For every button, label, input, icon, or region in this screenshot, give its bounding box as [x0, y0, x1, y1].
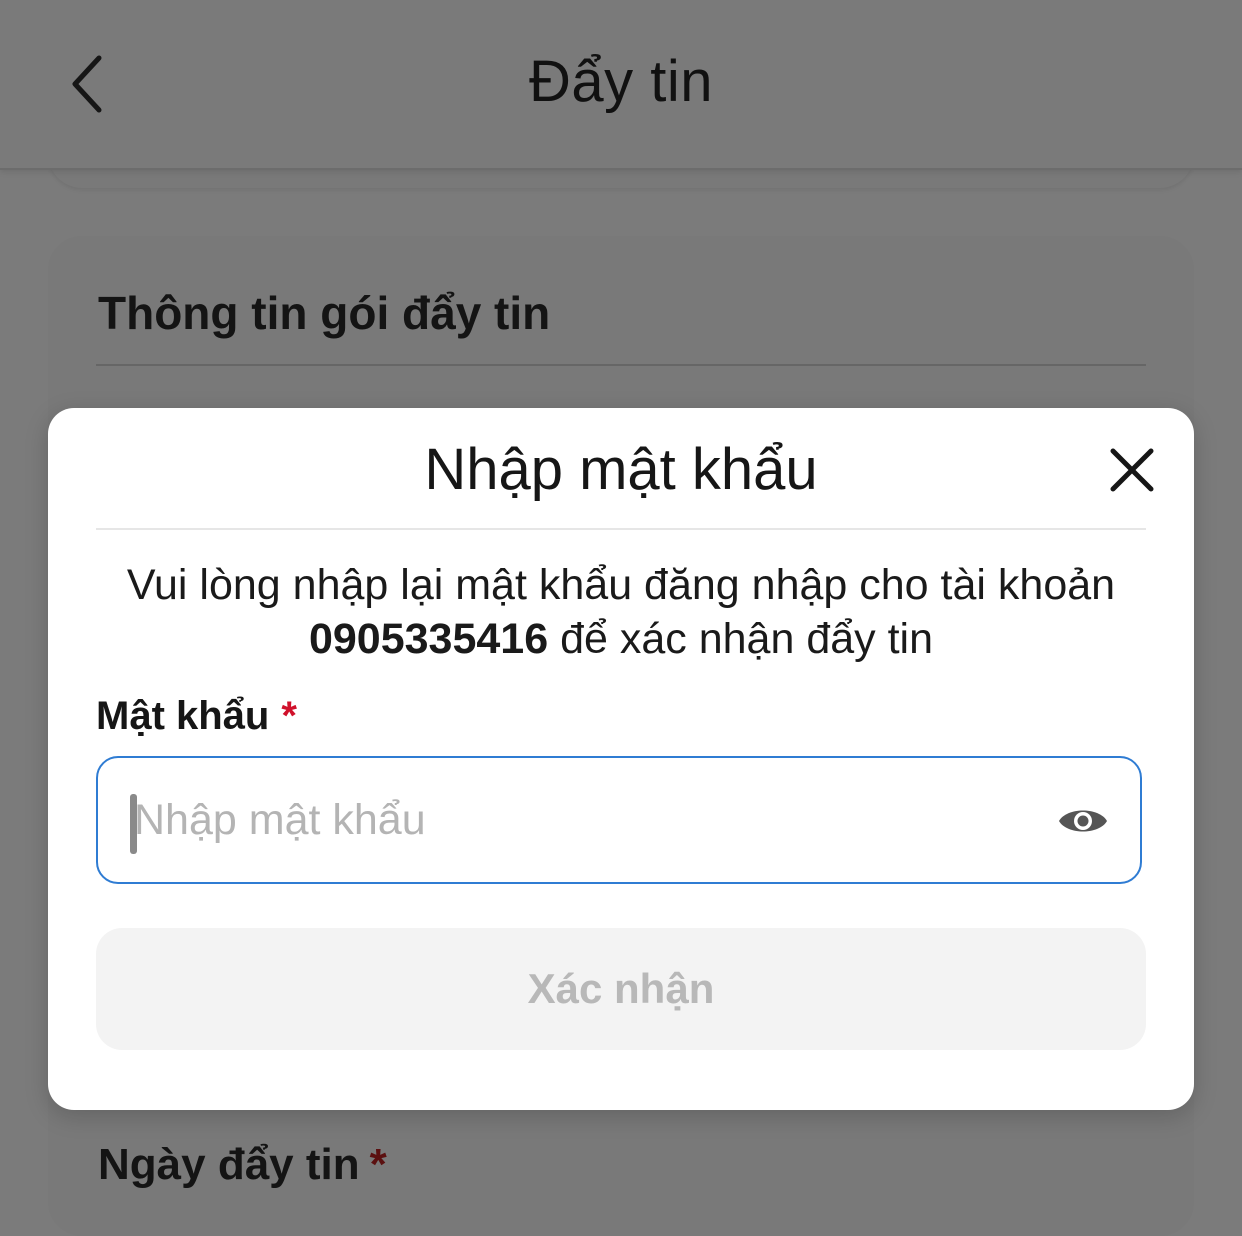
eye-icon — [1059, 810, 1107, 832]
push-date-label-text: Ngày đẩy tin — [98, 1140, 360, 1189]
app-header: Đẩy tin — [0, 0, 1242, 170]
toggle-password-visibility-button[interactable] — [1056, 798, 1110, 844]
dialog-description: Vui lòng nhập lại mật khẩu đăng nhập cho… — [96, 558, 1146, 666]
page-title: Đẩy tin — [528, 49, 713, 114]
dialog-divider — [96, 528, 1146, 530]
required-mark: * — [369, 1140, 387, 1189]
password-field — [96, 756, 1142, 884]
section-title: Thông tin gói đẩy tin — [98, 287, 551, 339]
close-button[interactable] — [1100, 438, 1164, 502]
required-mark: * — [281, 694, 297, 738]
password-input[interactable] — [134, 758, 1034, 882]
password-dialog: Nhập mật khẩu Vui lòng nhập lại mật khẩu… — [48, 408, 1194, 1110]
password-label-text: Mật khẩu — [96, 694, 270, 738]
section-divider — [96, 364, 1146, 366]
description-text-before: Vui lòng nhập lại mật khẩu đăng nhập cho… — [126, 561, 1116, 609]
dialog-title: Nhập mật khẩu — [424, 437, 818, 502]
push-date-label: Ngày đẩy tin * — [98, 1140, 387, 1190]
password-label: Mật khẩu * — [96, 694, 297, 739]
account-phone: 0905335416 — [308, 615, 549, 663]
close-icon — [1110, 448, 1154, 492]
description-text-after: để xác nhận đẩy tin — [560, 615, 934, 663]
confirm-button[interactable]: Xác nhận — [96, 928, 1146, 1050]
